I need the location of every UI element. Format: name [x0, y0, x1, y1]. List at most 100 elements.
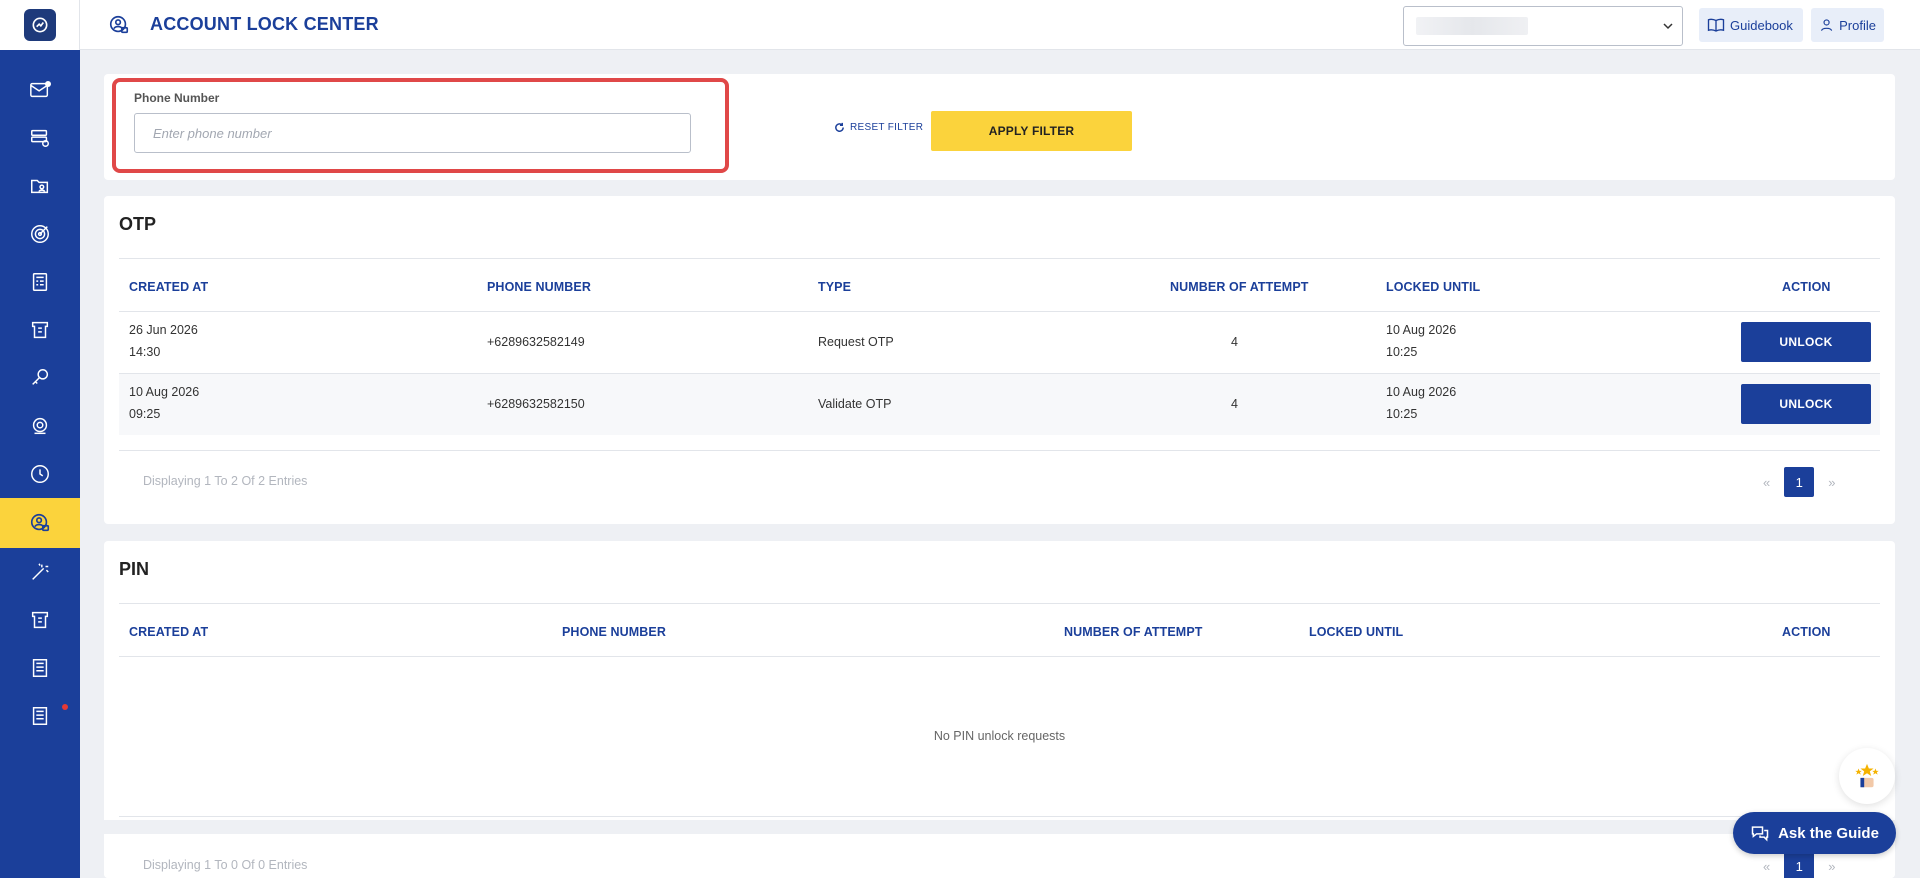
- notification-dot: [45, 81, 51, 87]
- ask-the-guide-button[interactable]: Ask the Guide: [1733, 812, 1896, 854]
- book-icon: [1707, 18, 1725, 32]
- attempt-count: 4: [1231, 397, 1238, 411]
- blurred-selected-value: [1416, 17, 1528, 35]
- page-title: ACCOUNT LOCK CENTER: [150, 14, 379, 34]
- pagination: « 1 »: [1763, 851, 1835, 878]
- column-header-type: TYPE: [818, 280, 852, 294]
- report-icon: [32, 707, 48, 725]
- account-lock-icon: [30, 513, 50, 532]
- pin-footer: Displaying 1 To 0 Of 0 Entries « 1 »: [104, 834, 1895, 878]
- column-header-created-at: CREATED AT: [129, 280, 209, 294]
- locked-time: 10:25: [1386, 407, 1418, 421]
- locked-date: 10 Aug 2026: [1386, 385, 1457, 399]
- pagination-page-1[interactable]: 1: [1784, 467, 1815, 497]
- sidebar-item-calculator[interactable]: [0, 258, 80, 306]
- sidebar-item-magic-wand[interactable]: [0, 548, 80, 596]
- sidebar-item-server-settings[interactable]: [0, 114, 80, 162]
- chart-logo-icon: [23, 9, 56, 41]
- otp-card: OTP CREATED AT PHONE NUMBER TYPE NUMBER …: [104, 196, 1895, 524]
- pagination: « 1 »: [1763, 467, 1835, 497]
- account-select[interactable]: [1403, 6, 1683, 46]
- unlock-button[interactable]: UNLOCK: [1741, 384, 1871, 424]
- phone-number-input[interactable]: [134, 113, 691, 153]
- top-header: ACCOUNT LOCK CENTER Guidebook Profile: [80, 0, 1920, 50]
- ask-the-guide-label: Ask the Guide: [1778, 824, 1879, 842]
- phone-number-label: Phone Number: [134, 91, 220, 105]
- divider: [119, 258, 1880, 259]
- locked-time: 10:25: [1386, 345, 1418, 359]
- sidebar-item-folder-user[interactable]: [0, 162, 80, 210]
- sidebar-item-mail[interactable]: [0, 66, 80, 114]
- reset-filter-button[interactable]: RESET FILTER: [834, 122, 923, 133]
- account-lock-icon: [109, 15, 129, 34]
- sidebar-item-ticket[interactable]: [0, 306, 80, 354]
- sidebar-item-target[interactable]: [0, 210, 80, 258]
- phone-number: +6289632582149: [487, 335, 585, 349]
- entries-summary: Displaying 1 To 0 Of 0 Entries: [143, 858, 308, 872]
- sidebar-item-atm-settings[interactable]: [0, 402, 80, 450]
- sidebar-item-report-2[interactable]: [0, 692, 80, 740]
- ticket-icon: [31, 321, 49, 339]
- pagination-page-1[interactable]: 1: [1784, 851, 1815, 878]
- unlock-button[interactable]: UNLOCK: [1741, 322, 1871, 362]
- chat-bubbles-icon: [1751, 826, 1769, 842]
- created-date: 10 Aug 2026: [129, 385, 200, 399]
- column-header-phone-number: PHONE NUMBER: [562, 625, 666, 639]
- table-row: 10 Aug 2026 09:25 +6289632582150 Validat…: [119, 374, 1880, 435]
- pagination-next[interactable]: »: [1828, 475, 1835, 490]
- column-header-phone-number: PHONE NUMBER: [487, 280, 591, 294]
- pin-section-title: PIN: [119, 559, 150, 579]
- guidebook-label: Guidebook: [1730, 17, 1793, 33]
- chevron-down-icon: [1663, 23, 1673, 30]
- column-header-locked-until: LOCKED UNTIL: [1309, 625, 1404, 639]
- divider: [119, 450, 1880, 451]
- target-icon: [31, 225, 49, 243]
- otp-type: Request OTP: [818, 335, 894, 349]
- divider: [119, 603, 1880, 604]
- entries-summary: Displaying 1 To 2 Of 2 Entries: [143, 474, 308, 488]
- table-row: 26 Jun 2026 14:30 +6289632582149 Request…: [119, 312, 1880, 373]
- folder-user-icon: [31, 179, 49, 194]
- pagination-prev[interactable]: «: [1763, 859, 1770, 874]
- rating-widget-button[interactable]: [1839, 748, 1895, 804]
- notification-dot: [62, 704, 68, 710]
- pagination-next[interactable]: »: [1828, 859, 1835, 874]
- magic-wand-icon: [32, 563, 49, 580]
- divider: [119, 816, 1880, 817]
- user-icon: [1820, 19, 1833, 31]
- pagination-prev[interactable]: «: [1763, 475, 1770, 490]
- divider: [119, 656, 1880, 657]
- app-logo[interactable]: [0, 0, 80, 50]
- guidebook-button[interactable]: Guidebook: [1699, 8, 1803, 42]
- refresh-icon: [835, 122, 844, 132]
- column-header-number-of-attempt: NUMBER OF ATTEMPT: [1064, 625, 1203, 639]
- column-header-number-of-attempt: NUMBER OF ATTEMPT: [1170, 280, 1309, 294]
- rating-stars-icon: [1855, 763, 1879, 788]
- created-time: 14:30: [129, 345, 161, 359]
- sidebar-item-key[interactable]: [0, 354, 80, 402]
- sidebar-item-history[interactable]: [0, 450, 80, 498]
- calculator-icon: [32, 273, 48, 291]
- history-icon: [31, 465, 49, 483]
- sidebar: [0, 0, 80, 878]
- reset-filter-label: RESET FILTER: [850, 122, 924, 133]
- created-time: 09:25: [129, 407, 161, 421]
- sidebar-item-report[interactable]: [0, 644, 80, 692]
- profile-button[interactable]: Profile: [1811, 8, 1884, 42]
- created-date: 26 Jun 2026: [129, 323, 198, 337]
- otp-type: Validate OTP: [818, 397, 892, 411]
- card-gap: [104, 820, 1895, 834]
- sidebar-item-ticket-2[interactable]: [0, 596, 80, 644]
- column-header-locked-until: LOCKED UNTIL: [1386, 280, 1481, 294]
- column-header-created-at: CREATED AT: [129, 625, 209, 639]
- column-header-action: ACTION: [1782, 625, 1831, 639]
- locked-date: 10 Aug 2026: [1386, 323, 1457, 337]
- key-icon: [32, 369, 49, 385]
- apply-filter-button[interactable]: APPLY FILTER: [931, 111, 1132, 151]
- empty-state-message: No PIN unlock requests: [933, 729, 1066, 743]
- sidebar-item-account-lock[interactable]: [0, 498, 80, 548]
- attempt-count: 4: [1231, 335, 1238, 349]
- phone-number: +6289632582150: [487, 397, 585, 411]
- server-settings-icon: [31, 129, 49, 147]
- profile-label: Profile: [1839, 17, 1876, 33]
